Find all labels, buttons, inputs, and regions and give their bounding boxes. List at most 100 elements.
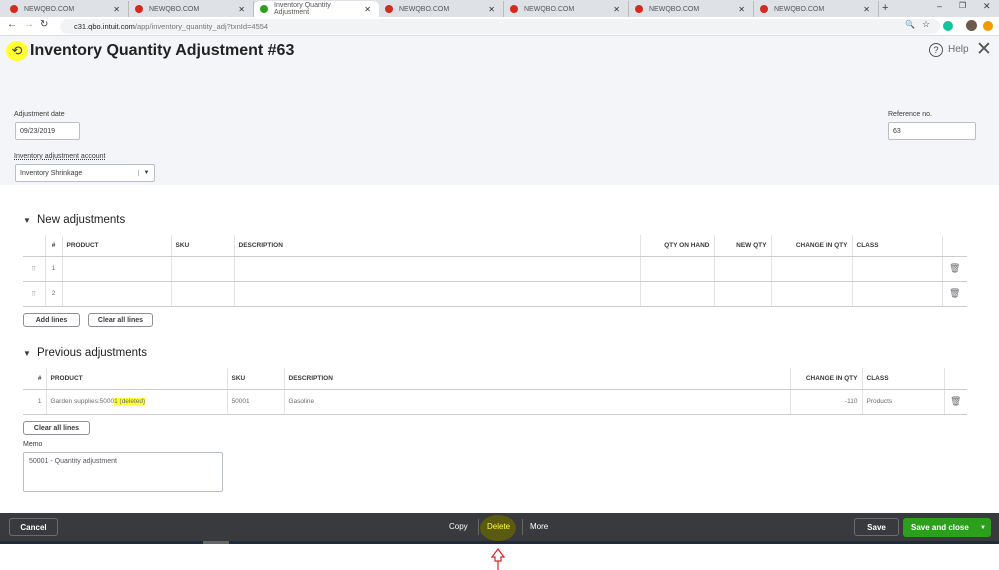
help-icon[interactable]: ? (929, 43, 943, 57)
browser-tab[interactable]: NEWQBO.COM ✕ (629, 1, 754, 17)
browser-tab[interactable]: NEWQBO.COM ✕ (4, 1, 129, 17)
col-new-qty: NEW QTY (714, 235, 772, 257)
new-tab-button[interactable]: + (882, 2, 888, 14)
trash-icon[interactable]: 🗑 (942, 256, 967, 282)
product-name: Garden supplies:5000 (50, 398, 115, 405)
tab-close-icon[interactable]: ✕ (863, 5, 870, 14)
window-close-button[interactable]: ✕ (983, 1, 991, 12)
page-title: Inventory Quantity Adjustment #63 (30, 42, 295, 59)
star-icon[interactable]: ☆ (922, 19, 930, 30)
col-class: CLASS (852, 235, 943, 257)
restore-button[interactable]: ❐ (959, 1, 966, 10)
description-cell[interactable] (234, 256, 641, 282)
new-qty-cell[interactable] (714, 256, 772, 282)
favicon-icon (510, 5, 518, 13)
drag-handle-icon[interactable]: ⠿ (23, 256, 46, 282)
row-number: 1 (45, 256, 63, 282)
collapse-triangle-icon[interactable]: ▼ (23, 349, 31, 358)
description-cell[interactable]: Gasoline (284, 389, 791, 415)
favicon-icon (635, 5, 643, 13)
sku-cell[interactable] (171, 256, 235, 282)
url-input[interactable]: c31.qbo.intuit.com/app/inventory_quantit… (60, 19, 940, 34)
product-cell[interactable] (62, 256, 172, 282)
tab-close-icon[interactable]: ✕ (238, 5, 245, 14)
help-link[interactable]: Help (948, 44, 969, 55)
minimize-button[interactable]: – (937, 1, 942, 11)
save-and-close-button[interactable]: Save and close ▼ (903, 518, 991, 537)
table-row[interactable]: 1 Garden supplies:50001 (deleted) 50001 … (23, 389, 967, 415)
reload-icon[interactable]: ↻ (40, 19, 48, 30)
recent-transactions-icon[interactable]: ⟲ (6, 41, 28, 61)
tab-title: NEWQBO.COM (524, 5, 575, 13)
table-row[interactable]: ⠿ 2 🗑 (23, 281, 967, 307)
copy-button[interactable]: Copy (449, 522, 468, 531)
trash-icon[interactable]: 🗑 (942, 281, 967, 307)
clear-all-lines-button[interactable]: Clear all lines (88, 313, 153, 327)
save-button[interactable]: Save (854, 518, 899, 536)
tab-close-icon[interactable]: ✕ (364, 5, 371, 14)
grammarly-icon[interactable] (943, 21, 953, 31)
qty-on-hand-cell[interactable] (640, 256, 715, 282)
clear-all-lines-button[interactable]: Clear all lines (23, 421, 90, 435)
forward-icon[interactable]: → (24, 19, 34, 30)
col-description: DESCRIPTION (234, 235, 641, 257)
change-in-qty-cell[interactable] (771, 281, 853, 307)
avatar[interactable] (966, 20, 977, 31)
new-qty-cell[interactable] (714, 281, 772, 307)
tab-title: NEWQBO.COM (649, 5, 700, 13)
browser-tab[interactable]: NEWQBO.COM ✕ (504, 1, 629, 17)
favicon-icon (135, 5, 143, 13)
alert-icon[interactable] (983, 21, 993, 31)
collapse-triangle-icon[interactable]: ▼ (23, 216, 31, 225)
footer-bar: Cancel Copy Delete More Save Save and cl… (0, 513, 999, 541)
tab-title: NEWQBO.COM (149, 5, 200, 13)
memo-textarea[interactable]: 50001 - Quantity adjustment (23, 452, 223, 492)
browser-tab[interactable]: NEWQBO.COM ✕ (129, 1, 254, 17)
add-lines-button[interactable]: Add lines (23, 313, 80, 327)
browser-tab[interactable]: NEWQBO.COM ✕ (379, 1, 504, 17)
drag-handle-icon[interactable]: ⠿ (23, 281, 46, 307)
table-row[interactable]: ⠿ 1 🗑 (23, 256, 967, 282)
divider (478, 519, 479, 535)
delete-button[interactable]: Delete (487, 522, 510, 531)
change-in-qty-cell[interactable]: -110 (790, 389, 863, 415)
tab-close-icon[interactable]: ✕ (113, 5, 120, 14)
browser-tab[interactable]: NEWQBO.COM ✕ (754, 1, 879, 17)
tab-title: NEWQBO.COM (774, 5, 825, 13)
close-icon[interactable]: ✕ (976, 38, 992, 61)
sku-cell[interactable]: 50001 (227, 389, 285, 415)
more-button[interactable]: More (530, 522, 548, 531)
favicon-icon (10, 5, 18, 13)
scrollbar-track[interactable] (0, 541, 999, 544)
scrollbar-thumb[interactable] (203, 541, 229, 544)
product-cell[interactable]: Garden supplies:50001 (deleted) (46, 389, 228, 415)
class-cell[interactable] (852, 281, 943, 307)
col-sku: SKU (171, 235, 235, 257)
favicon-icon (260, 5, 268, 13)
tab-close-icon[interactable]: ✕ (613, 5, 620, 14)
qty-on-hand-cell[interactable] (640, 281, 715, 307)
adjustment-date-input[interactable]: 09/23/2019 (15, 122, 80, 140)
sku-cell[interactable] (171, 281, 235, 307)
tab-close-icon[interactable]: ✕ (738, 5, 745, 14)
back-icon[interactable]: ← (7, 19, 17, 30)
trash-icon[interactable]: 🗑 (944, 389, 967, 415)
class-cell[interactable]: Products (862, 389, 945, 415)
tab-close-icon[interactable]: ✕ (488, 5, 495, 14)
class-cell[interactable] (852, 256, 943, 282)
col-qty-on-hand: QTY ON HAND (640, 235, 715, 257)
product-cell[interactable] (62, 281, 172, 307)
chevron-down-icon[interactable]: ▼ (980, 525, 986, 531)
previous-adjustments-title: Previous adjustments (37, 347, 147, 359)
reference-input[interactable]: 63 (888, 122, 976, 140)
new-adjustments-table: # PRODUCT SKU DESCRIPTION QTY ON HAND NE… (23, 235, 967, 307)
description-cell[interactable] (234, 281, 641, 307)
tab-title: NEWQBO.COM (24, 5, 75, 13)
zoom-icon[interactable]: 🔍 (905, 20, 915, 29)
account-select[interactable]: Inventory Shrinkage ▼ (15, 164, 155, 182)
col-product: PRODUCT (62, 235, 172, 257)
change-in-qty-cell[interactable] (771, 256, 853, 282)
divider (522, 519, 523, 535)
browser-tab[interactable]: Inventory Quantity Adjustment ✕ (254, 1, 379, 17)
cancel-button[interactable]: Cancel (9, 518, 58, 536)
